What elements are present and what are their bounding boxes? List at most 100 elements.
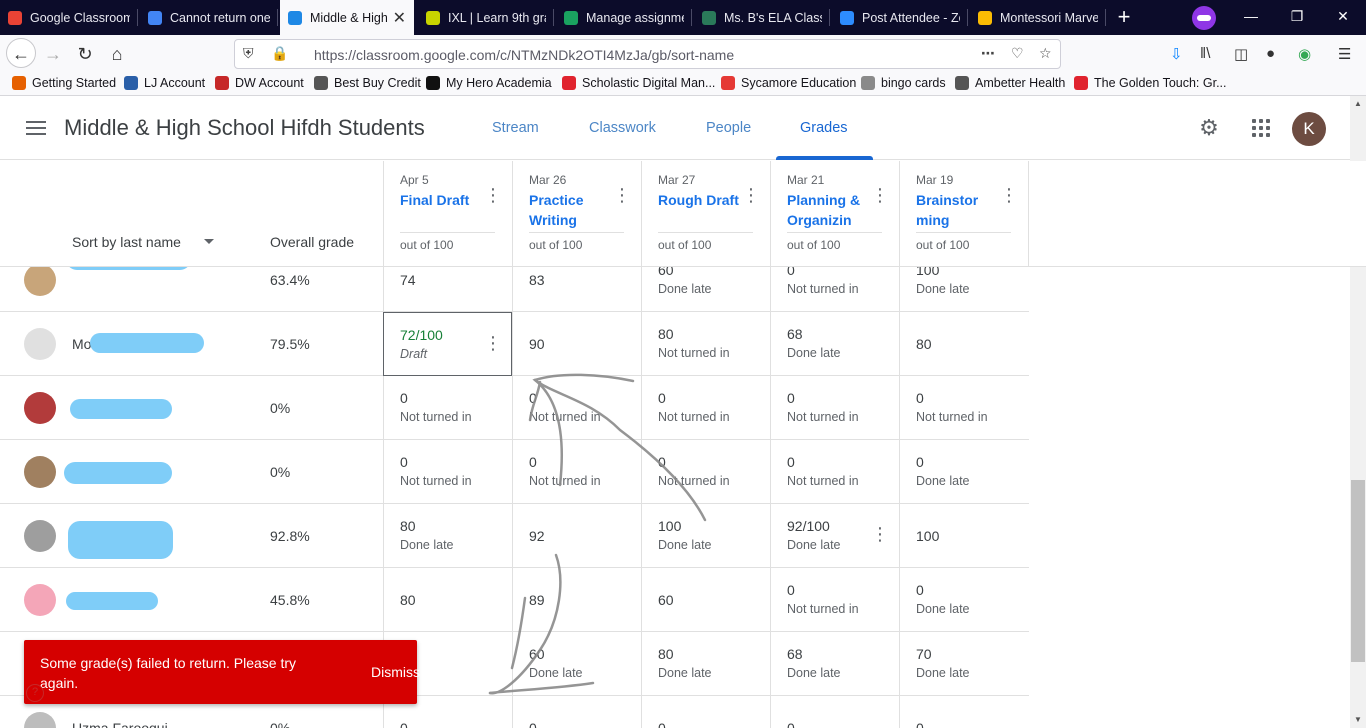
more-vert-icon[interactable]: ⋮ <box>742 185 760 206</box>
grade-cell[interactable]: 80 Done late <box>383 504 512 568</box>
grade-cell[interactable]: 0 Not turned in <box>770 440 899 504</box>
grade-cell[interactable]: 0 <box>899 696 1028 728</box>
grade-cell[interactable]: 83 <box>512 267 641 312</box>
downloads-icon[interactable]: ⇩ <box>1170 45 1183 63</box>
bookmark-item[interactable]: Scholastic Digital Man... <box>562 76 715 90</box>
browser-tab[interactable]: IXL | Learn 9th gra <box>418 0 554 35</box>
tab-classwork[interactable]: Classwork <box>589 120 656 136</box>
grade-cell[interactable]: 74 <box>383 267 512 312</box>
grade-cell[interactable]: 89 <box>512 568 641 632</box>
grade-cell[interactable]: 60 <box>641 568 770 632</box>
reload-button[interactable]: ↻ <box>70 39 100 69</box>
hamburger-menu-icon[interactable] <box>26 121 46 135</box>
home-button[interactable]: ⌂ <box>102 39 132 69</box>
browser-tab[interactable]: Google Classroom <box>0 0 138 35</box>
browser-tab[interactable]: Cannot return one <box>140 0 278 35</box>
grade-cell[interactable]: 92 <box>512 504 641 568</box>
more-vert-icon[interactable]: ⋮ <box>1000 185 1018 206</box>
dismiss-button[interactable]: Dismiss <box>371 664 420 680</box>
grade-cell[interactable]: 68 Done late <box>770 632 899 696</box>
grade-cell[interactable]: 100 Done late <box>641 504 770 568</box>
browser-tab[interactable]: Post Attendee - Zo <box>832 0 968 35</box>
scroll-down-arrow[interactable]: ▼ <box>1350 712 1366 728</box>
library-icon[interactable]: ‖\ <box>1200 45 1210 62</box>
grade-cell[interactable]: 0 Done late <box>899 440 1028 504</box>
more-vert-icon[interactable]: ⋮ <box>871 524 889 545</box>
bookmark-item[interactable]: The Golden Touch: Gr... <box>1074 76 1226 90</box>
forward-button[interactable]: → <box>38 39 68 69</box>
grade-cell[interactable]: 0 <box>512 696 641 728</box>
account-avatar[interactable]: K <box>1292 112 1326 146</box>
grade-cell[interactable]: 0 Not turned in <box>899 376 1028 440</box>
close-tab-icon[interactable]: ✕ <box>393 8 406 28</box>
grade-cell[interactable]: 100 <box>899 504 1028 568</box>
bookmark-item[interactable]: My Hero Academia <box>426 76 552 90</box>
browser-tab[interactable]: Middle & High ✕ <box>280 0 414 35</box>
bookmark-item[interactable]: Ambetter Health <box>955 76 1065 90</box>
grade-cell[interactable]: 100 Done late <box>899 267 1028 312</box>
grade-cell[interactable]: 80 <box>383 568 512 632</box>
grade-cell[interactable]: 92/100 Done late ⋮ <box>770 504 899 568</box>
grade-cell[interactable]: 0 Not turned in <box>383 440 512 504</box>
sort-caret-icon[interactable] <box>204 239 214 244</box>
grade-cell[interactable]: 60 Done late <box>641 267 770 312</box>
sidebar-icon[interactable]: ◫ <box>1234 45 1248 63</box>
sort-dropdown[interactable]: Sort by last name <box>72 234 181 250</box>
page-actions-icon[interactable]: ⋯ <box>981 45 995 62</box>
grade-cell[interactable]: 68 Done late <box>770 312 899 376</box>
grade-cell[interactable]: 0 Not turned in <box>770 376 899 440</box>
scroll-up-arrow[interactable]: ▲ <box>1350 96 1366 112</box>
grade-cell[interactable]: 70 Done late <box>899 632 1028 696</box>
assignment-title-link[interactable]: Rough Draft <box>658 190 742 210</box>
bookmark-item[interactable]: Getting Started <box>12 76 116 90</box>
settings-gear-icon[interactable]: ⚙ <box>1197 116 1221 140</box>
assignment-title-link[interactable]: Practice Writing <box>529 190 613 230</box>
browser-tab[interactable]: Ms. B's ELA Class <box>694 0 830 35</box>
grade-cell[interactable]: 0 Not turned in <box>512 376 641 440</box>
more-vert-icon[interactable]: ⋮ <box>484 185 502 206</box>
grade-cell[interactable]: 80 <box>899 312 1028 376</box>
grade-cell[interactable]: 72/100 Draft ⋮ <box>383 312 512 376</box>
assignment-title-link[interactable]: Final Draft <box>400 190 484 210</box>
app-menu-icon[interactable]: ☰ <box>1338 45 1351 63</box>
grade-cell[interactable]: 60 Done late <box>512 632 641 696</box>
bookmark-item[interactable]: DW Account <box>215 76 304 90</box>
close-window-button[interactable]: ✕ <box>1320 0 1366 35</box>
tab-stream[interactable]: Stream <box>492 120 539 136</box>
grade-cell[interactable]: 0 <box>770 696 899 728</box>
scrollbar-thumb[interactable] <box>1351 480 1365 662</box>
more-vert-icon[interactable]: ⋮ <box>871 185 889 206</box>
bookmark-item[interactable]: Best Buy Credit <box>314 76 421 90</box>
grade-cell[interactable]: 90 <box>512 312 641 376</box>
help-icon[interactable]: ? <box>26 684 44 702</box>
google-apps-icon[interactable] <box>1252 119 1270 137</box>
grade-cell[interactable]: 0 Not turned in <box>383 376 512 440</box>
more-vert-icon[interactable]: ⋮ <box>484 333 502 354</box>
pocket-icon[interactable]: ♡ <box>1011 45 1024 62</box>
bookmark-item[interactable]: LJ Account <box>124 76 205 90</box>
grade-cell[interactable]: 80 Not turned in <box>641 312 770 376</box>
account-icon[interactable]: ● <box>1266 45 1275 62</box>
grade-cell[interactable]: 0 Not turned in <box>770 568 899 632</box>
bookmark-item[interactable]: bingo cards <box>861 76 946 90</box>
student-name[interactable]: Uzma Farooqui <box>72 720 168 728</box>
extension-icon[interactable]: ◉ <box>1298 45 1311 63</box>
browser-tab[interactable]: Manage assignme <box>556 0 692 35</box>
tab-grades[interactable]: Grades <box>800 120 848 136</box>
grade-cell[interactable]: 0 Not turned in <box>512 440 641 504</box>
assignment-title-link[interactable]: Planning & Organizin <box>787 190 871 230</box>
bookmark-star-icon[interactable]: ☆ <box>1039 45 1052 62</box>
back-button[interactable]: ← <box>6 38 36 68</box>
minimize-button[interactable]: — <box>1228 0 1274 35</box>
more-vert-icon[interactable]: ⋮ <box>613 185 631 206</box>
grade-cell[interactable]: 0 Done late <box>899 568 1028 632</box>
grade-cell[interactable]: 0 Not turned in <box>641 440 770 504</box>
grade-cell[interactable]: 0 Not turned in <box>641 376 770 440</box>
student-name[interactable]: Mo <box>72 336 91 352</box>
browser-tab[interactable]: Montessori Marve <box>970 0 1106 35</box>
restore-button[interactable]: ❐ <box>1274 0 1320 35</box>
url-bar[interactable]: ⛨ 🔒 https://classroom.google.com/c/NTMzN… <box>234 39 1061 69</box>
grade-cell[interactable]: 0 Not turned in <box>770 267 899 312</box>
grade-cell[interactable]: 80 Done late <box>641 632 770 696</box>
bookmark-item[interactable]: Sycamore Education <box>721 76 856 90</box>
